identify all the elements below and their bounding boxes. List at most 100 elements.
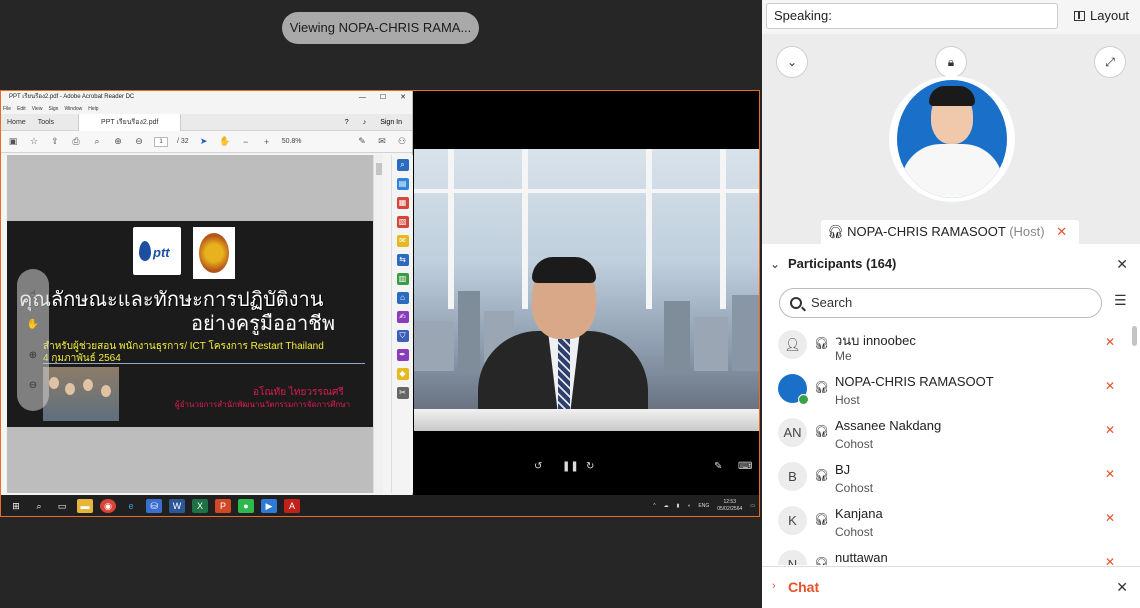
system-clock[interactable]: 12:53 05/02/2564 xyxy=(717,499,742,513)
word-icon[interactable]: W xyxy=(169,499,185,513)
lock-icon[interactable]: 🔒︎ xyxy=(935,46,967,78)
keyboard-language[interactable]: ENG xyxy=(698,503,709,509)
minimize-icon[interactable]: — xyxy=(359,91,366,104)
participant-row[interactable]: K 🎧︎ Kanjana Cohost ✕ xyxy=(762,498,1130,542)
menu-file[interactable]: File xyxy=(3,104,11,114)
participant-row[interactable]: 👤︎ 🎧︎ วนบ innoobec Me ✕ xyxy=(762,322,1130,366)
close-chat-icon[interactable]: ✕ xyxy=(1116,579,1128,596)
combine-icon[interactable]: ⇆ xyxy=(396,254,409,266)
rewind-icon[interactable]: ↺ xyxy=(534,461,542,472)
edge-icon[interactable]: e xyxy=(123,499,139,513)
sign-icon[interactable]: ✎ xyxy=(356,136,368,148)
mic-muted-icon[interactable]: ✕ xyxy=(1105,511,1115,525)
chrome-icon[interactable]: ◉ xyxy=(100,499,116,513)
keyboard-icon[interactable]: ⌨ xyxy=(738,461,752,472)
menu-window[interactable]: Window xyxy=(64,104,82,114)
chevron-right-icon[interactable]: › xyxy=(772,580,776,592)
zoom-in-icon[interactable]: + xyxy=(261,136,273,148)
acrobat-window[interactable]: PPT เรียนรีอง2.pdf - Adobe Acrobat Reade… xyxy=(1,91,413,495)
page-number-field[interactable]: 1 xyxy=(154,136,168,147)
bell-icon[interactable]: ♪ xyxy=(363,119,367,126)
annotate-pen-icon[interactable]: ✎ xyxy=(714,461,722,472)
participant-list-scrollbar[interactable] xyxy=(1132,326,1137,346)
forward-icon[interactable]: ↻ xyxy=(586,461,594,472)
stamp-icon[interactable]: ◆ xyxy=(396,368,409,380)
maximize-icon[interactable]: ☐ xyxy=(380,91,386,104)
export-pdf-icon[interactable]: ▦ xyxy=(396,197,409,209)
participant-row[interactable]: B 🎧︎ BJ Cohost ✕ xyxy=(762,454,1130,498)
comment-icon[interactable]: ✉ xyxy=(396,235,409,247)
task-view-icon[interactable]: ▭ xyxy=(54,499,70,513)
zoom-out-icon[interactable]: ⊖ xyxy=(29,380,37,391)
zoom-icon[interactable]: ⌕ xyxy=(396,159,409,171)
excel-icon[interactable]: X xyxy=(192,499,208,513)
organize-icon[interactable]: ▥ xyxy=(396,273,409,285)
save-icon[interactable]: ▣ xyxy=(7,136,19,148)
fill-sign-icon[interactable]: ✍ xyxy=(396,311,409,323)
zoom-out-icon[interactable]: − xyxy=(240,136,252,148)
scan-icon[interactable]: ⌂ xyxy=(396,292,409,304)
store-icon[interactable]: ⛁ xyxy=(146,499,162,513)
print-icon[interactable]: ⎙ xyxy=(70,136,82,148)
pointer-icon[interactable]: ☝ xyxy=(30,289,36,300)
upload-icon[interactable]: ⇪ xyxy=(49,136,61,148)
pause-icon[interactable]: ❚❚ xyxy=(562,461,579,472)
participant-row[interactable]: AN 🎧︎ Assanee Nakdang Cohost ✕ xyxy=(762,410,1130,454)
tab-tools[interactable]: Tools xyxy=(32,119,60,126)
zoom-search-icon[interactable]: ⌕ xyxy=(91,136,103,148)
edit-pdf-icon[interactable]: ▧ xyxy=(396,216,409,228)
tab-home[interactable]: Home xyxy=(1,119,32,126)
menu-help[interactable]: Help xyxy=(88,104,98,114)
participant-row[interactable]: 🎧︎ NOPA-CHRIS RAMASOOT Host ✕ xyxy=(762,366,1130,410)
chevron-down-icon[interactable]: ⌄ xyxy=(770,244,780,284)
shared-screen[interactable]: PPT เรียนรีอง2.pdf - Adobe Acrobat Reade… xyxy=(0,90,760,517)
hand-icon[interactable]: ✋ xyxy=(219,136,231,148)
tray-chevron-icon[interactable]: ^ xyxy=(653,503,655,509)
acrobat-taskbar-icon[interactable]: A xyxy=(284,499,300,513)
network-icon[interactable]: ▮ xyxy=(677,503,680,509)
mic-muted-icon[interactable]: ✕ xyxy=(1105,467,1115,481)
close-icon[interactable]: ✕ xyxy=(400,91,406,104)
mic-muted-icon[interactable]: ✕ xyxy=(1105,555,1115,565)
menu-edit[interactable]: Edit xyxy=(17,104,26,114)
tab-document[interactable]: PPT เรียนรีอง2.pdf xyxy=(78,113,182,131)
notifications-icon[interactable]: ▭ xyxy=(750,503,755,509)
document-scrollbar[interactable] xyxy=(373,155,383,493)
participants-header[interactable]: ⌄ Participants (164) ✕ xyxy=(762,244,1140,284)
collapse-chevron-icon[interactable]: ⌄ xyxy=(776,46,808,78)
powerpoint-icon[interactable]: P xyxy=(215,499,231,513)
line-icon[interactable]: ● xyxy=(238,499,254,513)
menu-sign[interactable]: Sign xyxy=(48,104,58,114)
create-pdf-icon[interactable]: ▤ xyxy=(396,178,409,190)
sign-in-button[interactable]: Sign In xyxy=(380,119,402,126)
close-participants-icon[interactable]: ✕ xyxy=(1116,244,1128,284)
more-tools-icon[interactable]: ✂ xyxy=(396,387,409,399)
zoom-level[interactable]: 50.8% xyxy=(282,138,302,145)
star-icon[interactable]: ☆ xyxy=(28,136,40,148)
share-user-icon[interactable]: ⚇ xyxy=(396,136,408,148)
sign-pen-icon[interactable]: ✒ xyxy=(396,349,409,361)
mail-icon[interactable]: ✉ xyxy=(376,136,388,148)
windows-start-icon[interactable]: ⊞ xyxy=(8,499,24,513)
zoom-in-icon[interactable]: ⊕ xyxy=(29,350,37,361)
file-explorer-icon[interactable]: ▬ xyxy=(77,499,93,513)
mic-muted-icon[interactable]: ✕ xyxy=(1105,379,1115,393)
document-view[interactable]: ptt คุณลักษณะและทักษะการปฏิบัติงาน อย่าง… xyxy=(7,155,373,493)
taskbar-search-icon[interactable]: ⌕ xyxy=(31,499,47,513)
volume-icon[interactable]: ◖ xyxy=(687,503,690,509)
participant-row[interactable]: N 🎧︎ nuttawan ✕ xyxy=(762,542,1130,565)
cursor-icon[interactable]: ➤ xyxy=(198,136,210,148)
chat-header[interactable]: › Chat ✕ xyxy=(762,566,1140,608)
mic-muted-icon[interactable]: ✕ xyxy=(1105,423,1115,437)
onedrive-icon[interactable]: ☁ xyxy=(664,503,669,509)
meeting-app-icon[interactable]: ▶ xyxy=(261,499,277,513)
participant-list[interactable]: 👤︎ 🎧︎ วนบ innoobec Me ✕ 🎧︎ NOPA-CHRIS RA… xyxy=(762,322,1130,565)
layout-button[interactable]: Layout xyxy=(1066,3,1136,29)
mic-muted-icon[interactable]: ✕ xyxy=(1105,335,1115,349)
protect-icon[interactable]: ⛉ xyxy=(396,330,409,342)
menu-view[interactable]: View xyxy=(32,104,43,114)
help-icon[interactable]: ? xyxy=(345,119,349,126)
page-down-icon[interactable]: ⊖ xyxy=(133,136,145,148)
hand-tool-icon[interactable]: ✋ xyxy=(27,319,39,330)
page-up-icon[interactable]: ⊕ xyxy=(112,136,124,148)
